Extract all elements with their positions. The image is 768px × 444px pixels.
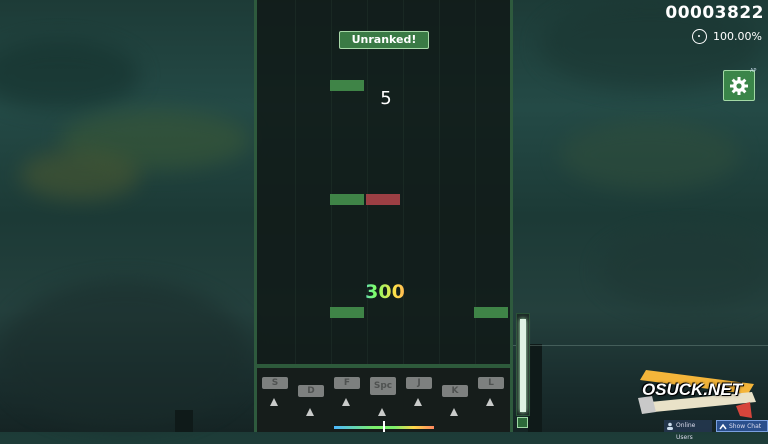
circle-target-icon [692, 28, 708, 44]
watermark-text: OSUCK.NET [641, 380, 743, 399]
lane-divider [367, 0, 368, 368]
note [330, 80, 364, 91]
score-display: 00003822 [665, 3, 764, 23]
settings-badge: AP [750, 68, 757, 74]
unranked-badge: Unranked! [339, 31, 429, 49]
key-receptor-arrow [450, 408, 458, 416]
health-bar-knob [517, 417, 528, 428]
lane-divider [439, 0, 440, 368]
key-label-f: F [334, 377, 360, 389]
gear-icon [730, 76, 748, 95]
users-icon [667, 422, 673, 430]
key-label-space: Spc [370, 377, 396, 395]
combo-counter: 5 [380, 88, 392, 109]
settings-button[interactable] [723, 70, 755, 101]
playfield [254, 0, 513, 432]
key-receptor-arrow [342, 398, 350, 406]
note [330, 194, 364, 205]
key-label-j: J [406, 377, 432, 389]
accuracy-display: 100.00% [692, 27, 762, 45]
show-chat-button[interactable]: Show Chat [716, 420, 768, 432]
key-receptor-arrow [306, 408, 314, 416]
key-label-l: L [478, 377, 504, 389]
hit-judgement: 300 [355, 281, 415, 303]
key-receptor-arrow [486, 398, 494, 406]
key-label-k: K [442, 385, 468, 397]
note [330, 307, 364, 318]
health-bar [516, 313, 530, 416]
key-label-s: S [262, 377, 288, 389]
key-receptor-arrow [378, 408, 386, 416]
online-users-button[interactable]: Online Users [664, 420, 712, 441]
show-chat-label: Show Chat [729, 423, 762, 430]
chevron-up-icon [719, 423, 727, 430]
health-fill [520, 319, 526, 412]
lane-divider [403, 0, 404, 368]
hit-error-tick [383, 421, 385, 432]
accuracy-value: 100.00% [713, 29, 762, 43]
key-receptor-arrow [414, 398, 422, 406]
note [474, 307, 508, 318]
note-highlight [366, 194, 400, 205]
lane-divider [295, 0, 296, 368]
key-label-d: D [298, 385, 324, 397]
key-receptor-arrow [270, 398, 278, 406]
